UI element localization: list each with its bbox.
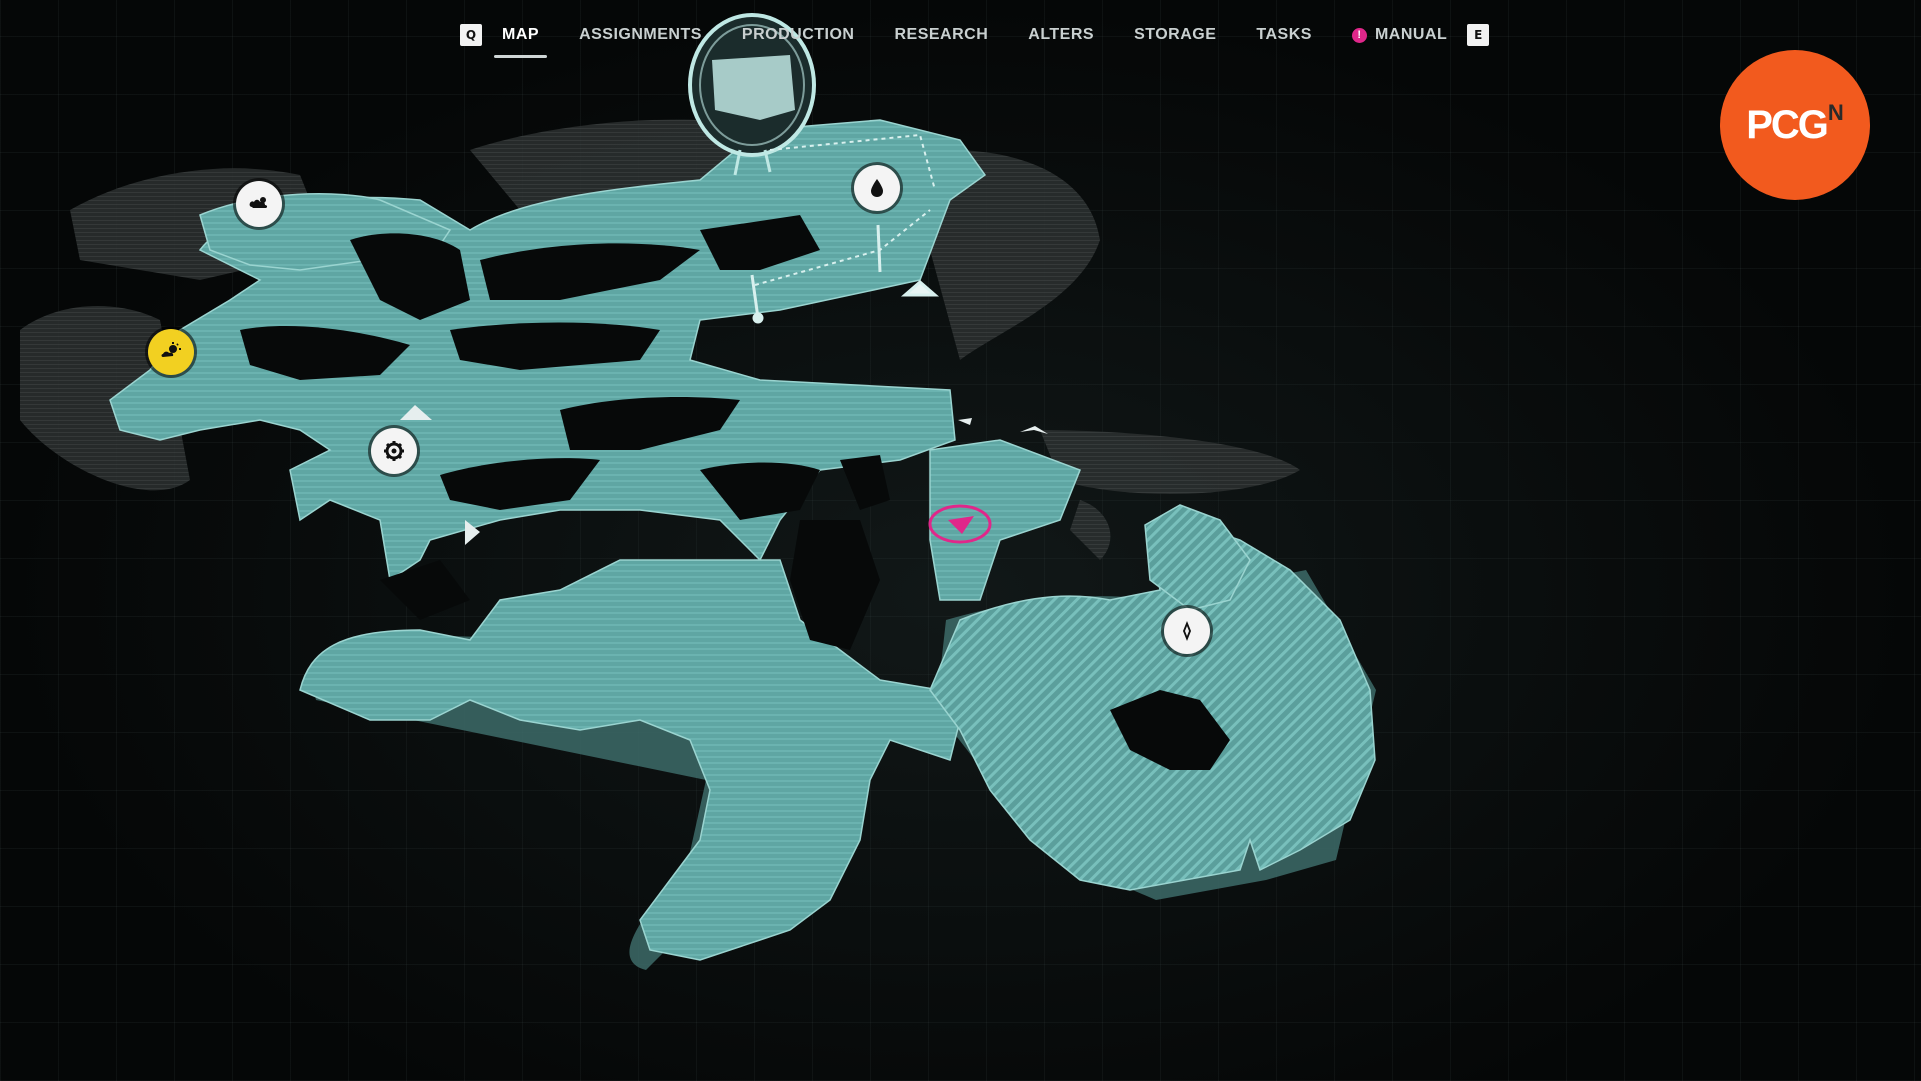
island-map[interactable] — [0, 0, 1921, 1081]
manual-alert-badge: ! — [1351, 27, 1367, 43]
tab-tasks[interactable]: TASKS — [1236, 14, 1332, 56]
tab-manual[interactable]: ! MANUAL — [1332, 14, 1467, 56]
tab-storage[interactable]: STORAGE — [1114, 14, 1236, 56]
resource-cloud-icon[interactable] — [236, 181, 282, 227]
logo-text: PCG — [1746, 102, 1829, 147]
water-drop-icon[interactable] — [854, 165, 900, 211]
tab-map[interactable]: MAP — [482, 14, 559, 58]
tab-research[interactable]: RESEARCH — [874, 14, 1008, 56]
tab-production[interactable]: PRODUCTION — [722, 14, 875, 56]
compass-icon[interactable] — [1164, 608, 1210, 654]
gear-icon[interactable] — [371, 428, 417, 474]
logo-superscript: N — [1827, 100, 1844, 125]
sun-cloud-icon[interactable] — [148, 329, 194, 375]
prev-tab-key-hint[interactable]: Q — [460, 24, 482, 46]
tab-manual-label: MANUAL — [1374, 26, 1448, 43]
top-nav-bar: Q MAP ASSIGNMENTS PRODUCTION RESEARCH AL… — [460, 14, 1490, 58]
tab-assignments[interactable]: ASSIGNMENTS — [559, 14, 722, 56]
next-tab-key-hint[interactable]: E — [1467, 24, 1490, 46]
pcgn-logo: PCG N — [1720, 50, 1870, 200]
tab-alters[interactable]: ALTERS — [1008, 14, 1114, 56]
